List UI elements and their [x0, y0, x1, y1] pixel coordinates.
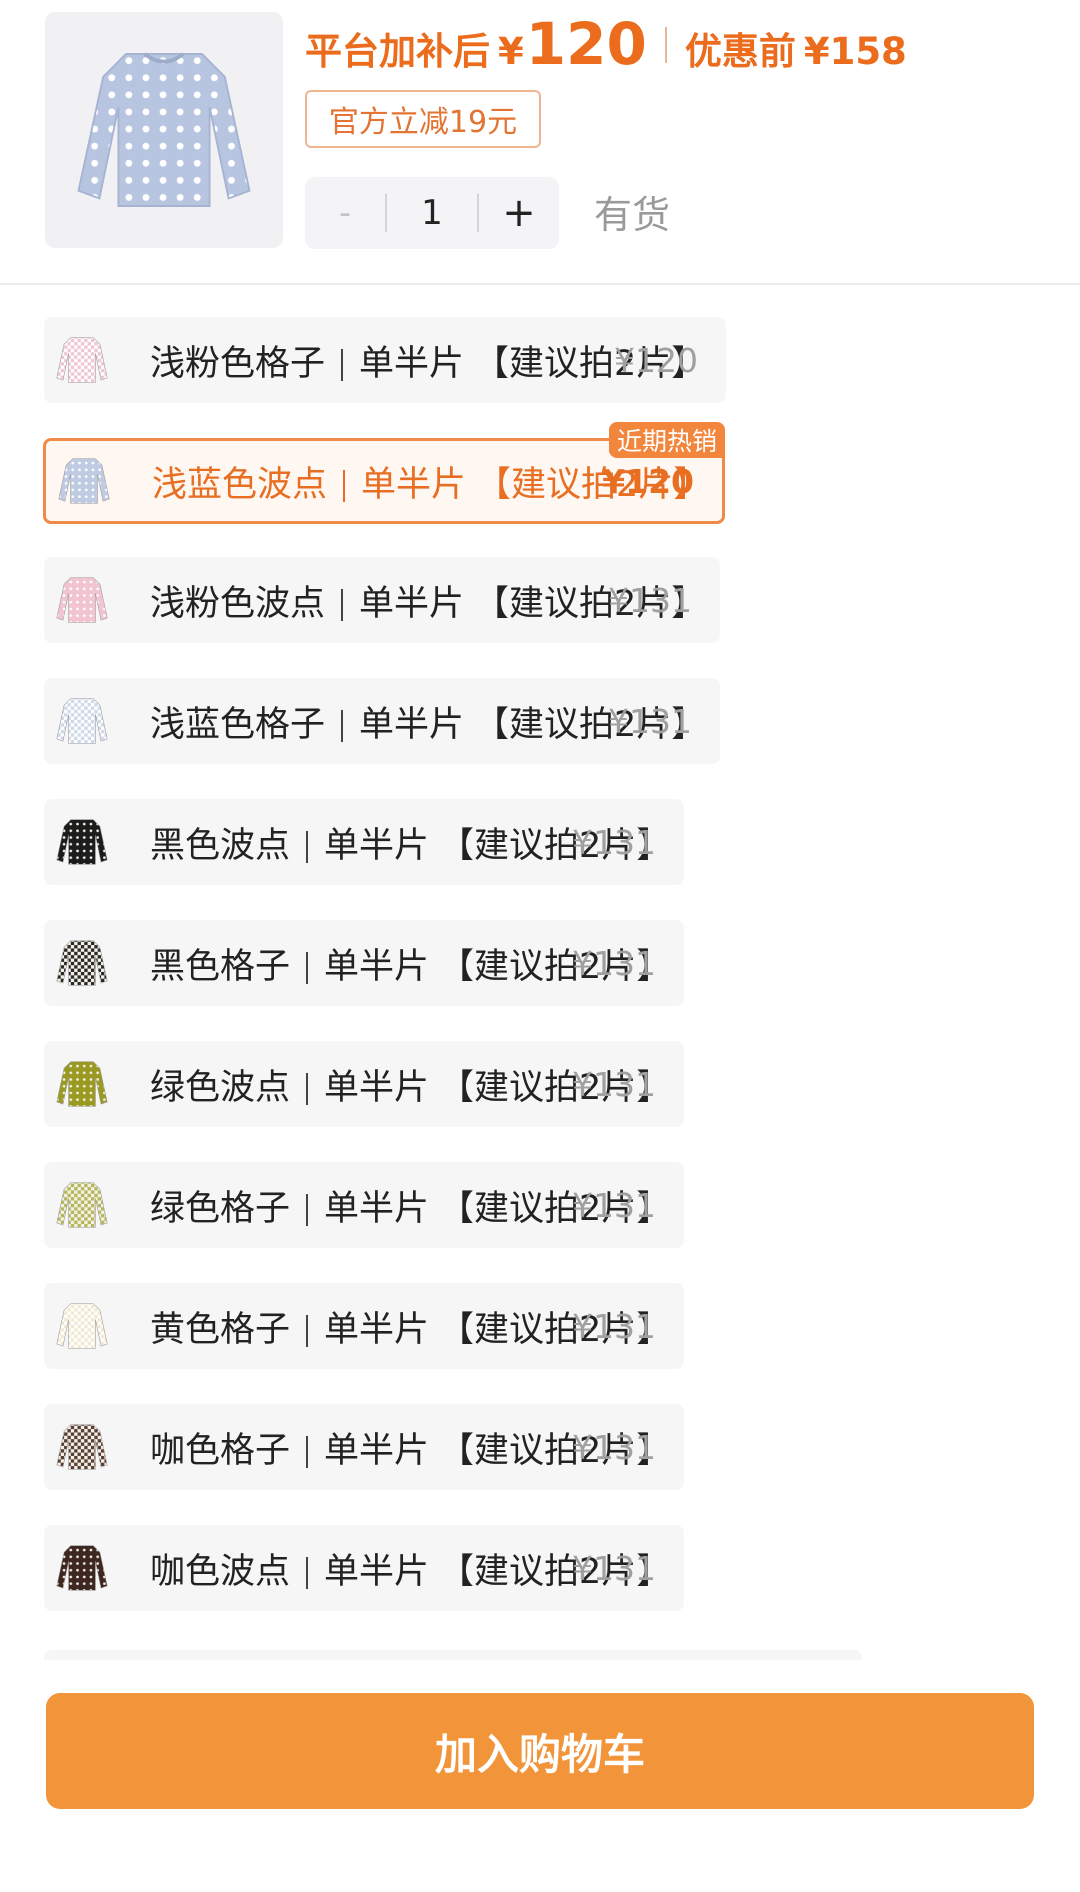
product-image — [45, 12, 283, 248]
sku-spec: 单半片 — [359, 704, 465, 745]
discount-tag: 官方立减19元 — [305, 90, 541, 148]
sku-option[interactable]: 浅粉色格子 单半片 【建议拍2片】 ¥120 — [44, 317, 726, 403]
sweater-icon — [56, 577, 108, 623]
sku-price: ¥131 — [572, 822, 656, 862]
sku-spec: 单半片 — [324, 946, 430, 987]
sku-separator — [343, 469, 346, 502]
product-header: 平台加补后 ¥ 120 优惠前 ¥158 官方立减19元 - 1 + 有货 — [0, 0, 1080, 285]
sku-option[interactable]: 咖色格子 单半片 【建议拍2片】 ¥131 — [44, 1404, 684, 1490]
sku-price: ¥120 — [614, 340, 698, 380]
sku-option[interactable]: 浅蓝色格子 单半片 【建议拍2片】 ¥131 — [44, 678, 720, 764]
sku-spec: 单半片 — [324, 1067, 430, 1108]
price-separator — [664, 27, 667, 63]
sku-price: ¥131 — [572, 1306, 656, 1346]
sku-spec: 单半片 — [324, 1188, 430, 1229]
current-price: 120 — [525, 10, 647, 78]
price-currency: ¥ — [498, 30, 524, 73]
sku-spec: 单半片 — [359, 583, 465, 624]
sku-separator — [306, 1314, 309, 1347]
sku-color-name: 绿色格子 — [150, 1188, 291, 1229]
sku-price: ¥131 — [572, 1548, 656, 1588]
sku-option[interactable]: 黄色格子 单半片 【建议拍2片】 ¥131 — [44, 1283, 684, 1369]
sku-price: ¥120 — [602, 461, 694, 501]
sku-option[interactable]: 黑色波点 单半片 【建议拍2片】 ¥131 — [44, 799, 684, 885]
sku-option[interactable]: 浅蓝色波点 单半片 【建议拍2片】 ¥120 近期热销 — [43, 422, 725, 524]
sku-thumbnail — [44, 1404, 120, 1490]
sku-thumbnail — [44, 557, 120, 643]
sku-price: ¥131 — [608, 580, 692, 620]
sku-spec: 单半片 — [361, 464, 467, 505]
sku-separator — [341, 348, 344, 381]
quantity-value[interactable]: 1 — [387, 177, 477, 249]
price-line: 平台加补后 ¥ 120 优惠前 ¥158 — [305, 10, 907, 80]
sku-thumbnail — [44, 1283, 120, 1369]
sku-picker-page: 平台加补后 ¥ 120 优惠前 ¥158 官方立减19元 - 1 + 有货 浅粉… — [0, 0, 1080, 1892]
sku-list: 浅粉色格子 单半片 【建议拍2片】 ¥120 浅蓝色波点 单半片 【建议拍2片】 ¥120 近期… — [0, 285, 1080, 1660]
add-to-cart-button[interactable]: 加入购物车 — [46, 1693, 1034, 1809]
sku-spec: 单半片 — [324, 825, 430, 866]
sku-option[interactable]: 浅粉色波点 单半片 【建议拍2片】 ¥131 — [44, 557, 720, 643]
original-price: ¥158 — [803, 30, 907, 73]
sku-option[interactable]: 绿色波点 单半片 【建议拍2片】 ¥131 — [44, 1041, 684, 1127]
sku-spec: 单半片 — [324, 1430, 430, 1471]
sweater-icon — [56, 1303, 108, 1349]
sku-separator — [341, 709, 344, 742]
sku-separator — [341, 588, 344, 621]
sku-separator — [306, 1193, 309, 1226]
sweater-icon — [56, 1182, 108, 1228]
sku-price: ¥131 — [572, 1064, 656, 1104]
sku-price: ¥131 — [572, 943, 656, 983]
sweater-icon — [56, 1545, 108, 1591]
sweater-icon — [56, 1061, 108, 1107]
sweater-icon — [56, 1424, 108, 1470]
sku-color-name: 浅粉色波点 — [150, 583, 326, 624]
sku-option[interactable]: 绿色格子 单半片 【建议拍2片】 ¥131 — [44, 1162, 684, 1248]
sku-option-partial[interactable] — [44, 1650, 862, 1660]
sku-spec: 单半片 — [324, 1309, 430, 1350]
sku-price: ¥131 — [572, 1427, 656, 1467]
sku-option[interactable]: 黑色格子 单半片 【建议拍2片】 ¥131 — [44, 920, 684, 1006]
sku-color-name: 咖色格子 — [150, 1430, 291, 1471]
sku-color-name: 黑色波点 — [150, 825, 291, 866]
sku-color-name: 浅蓝色格子 — [150, 704, 326, 745]
sku-price: ¥131 — [608, 701, 692, 741]
sku-separator — [306, 951, 309, 984]
sku-thumbnail — [44, 317, 120, 403]
sku-spec: 单半片 — [324, 1551, 430, 1592]
sku-separator — [306, 1435, 309, 1468]
sku-color-name: 咖色波点 — [150, 1551, 291, 1592]
stock-status: 有货 — [594, 193, 671, 237]
sweater-icon — [56, 940, 108, 986]
sweater-icon — [56, 698, 108, 744]
sku-spec: 单半片 — [359, 343, 465, 384]
hot-sale-badge: 近期热销 — [608, 422, 725, 458]
sku-thumbnail — [44, 678, 120, 764]
sweater-icon — [56, 819, 108, 865]
sweater-image-icon — [77, 52, 251, 207]
sku-color-name: 黄色格子 — [150, 1309, 291, 1350]
sweater-icon — [56, 337, 108, 383]
sku-thumbnail — [44, 1525, 120, 1611]
decrease-quantity-button[interactable]: - — [305, 177, 385, 249]
sku-thumbnail — [44, 1162, 120, 1248]
increase-quantity-button[interactable]: + — [479, 177, 559, 249]
sku-thumbnail — [46, 438, 122, 524]
quantity-stepper: - 1 + — [305, 177, 559, 249]
sku-thumbnail — [44, 799, 120, 885]
sku-separator — [306, 1072, 309, 1105]
sku-option[interactable]: 咖色波点 单半片 【建议拍2片】 ¥131 — [44, 1525, 684, 1611]
sweater-icon — [58, 458, 110, 504]
sku-color-name: 浅蓝色波点 — [152, 464, 328, 505]
sku-color-name: 浅粉色格子 — [150, 343, 326, 384]
sku-separator — [306, 830, 309, 863]
original-price-label: 优惠前 — [684, 30, 796, 73]
sku-thumbnail — [44, 920, 120, 1006]
sku-color-name: 黑色格子 — [150, 946, 291, 987]
sku-price: ¥131 — [572, 1185, 656, 1225]
sku-thumbnail — [44, 1041, 120, 1127]
sku-color-name: 绿色波点 — [150, 1067, 291, 1108]
price-label: 平台加补后 — [305, 30, 490, 73]
sku-separator — [306, 1556, 309, 1589]
